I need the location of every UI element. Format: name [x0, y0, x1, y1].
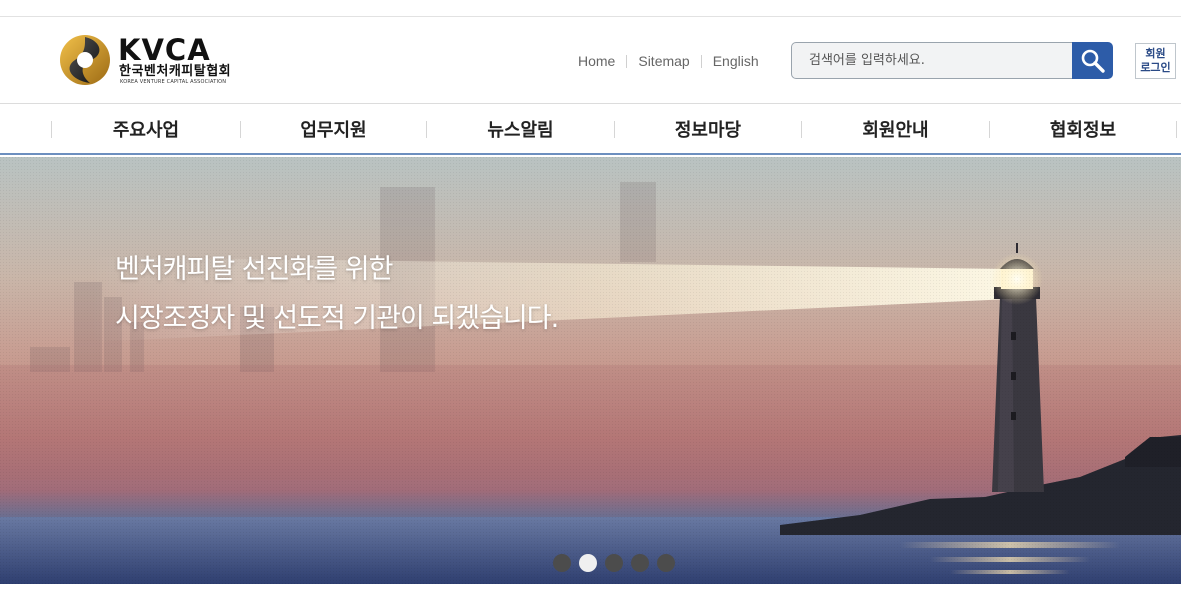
divider: [700, 54, 702, 68]
slide-dot-2[interactable]: [579, 554, 597, 572]
main-nav: 주요사업 업무지원 뉴스알림 정보마당 회원안내 협회정보: [0, 105, 1181, 155]
search-button[interactable]: [1072, 42, 1113, 79]
slide-dot-4[interactable]: [631, 554, 649, 572]
nav-item-association[interactable]: 협회정보: [990, 105, 1176, 153]
lighthouse-sunset-image: [0, 157, 1181, 584]
nav-item-membership[interactable]: 회원안내: [802, 105, 989, 153]
slide-dot-5[interactable]: [657, 554, 675, 572]
nav-item-main-business[interactable]: 주요사업: [52, 105, 240, 153]
nav-item-work-support[interactable]: 업무지원: [241, 105, 426, 153]
login-label-line1: 회원: [1145, 47, 1166, 60]
sitemap-link[interactable]: Sitemap: [632, 53, 695, 69]
nav-divider: [1176, 121, 1177, 138]
logo-text-sub: KOREA VENTURE CAPITAL ASSOCIATION: [120, 79, 227, 85]
hero-headline: 벤처캐피탈 선진화를 위한 시장조정자 및 선도적 기관이 되겠습니다.: [115, 245, 559, 343]
english-link[interactable]: English: [707, 53, 765, 69]
home-link[interactable]: Home: [572, 53, 621, 69]
member-login-button[interactable]: 회원 로그인: [1135, 43, 1176, 79]
site-header: KVCA 한국벤처캐피탈협회 KOREA VENTURE CAPITAL ASS…: [0, 18, 1181, 104]
hero-line-1: 벤처캐피탈 선진화를 위한: [115, 254, 393, 285]
slide-pager: [553, 554, 675, 572]
nav-item-news[interactable]: 뉴스알림: [427, 105, 614, 153]
slide-dot-3[interactable]: [605, 554, 623, 572]
hero-banner: 벤처캐피탈 선진화를 위한 시장조정자 및 선도적 기관이 되겠습니다.: [0, 157, 1181, 584]
logo-text-en: KVCA: [118, 33, 211, 67]
nav-item-info[interactable]: 정보마당: [615, 105, 801, 153]
logo-text-ko: 한국벤처캐피탈협회: [119, 64, 232, 79]
kvca-logo[interactable]: KVCA 한국벤처캐피탈협회 KOREA VENTURE CAPITAL ASS…: [58, 33, 248, 87]
bottom-strip: [0, 584, 1181, 595]
login-label-line2: 로그인: [1140, 61, 1171, 74]
logo-mark-icon: [60, 35, 110, 85]
search-box: [791, 42, 1113, 79]
search-input[interactable]: [791, 42, 1074, 79]
hero-line-2: 시장조정자 및 선도적 기관이 되겠습니다.: [115, 303, 559, 334]
divider: [626, 54, 628, 68]
top-strip: [0, 0, 1181, 17]
search-icon: [1081, 49, 1105, 73]
utility-links: Home Sitemap English: [572, 52, 765, 70]
slide-dot-1[interactable]: [553, 554, 571, 572]
